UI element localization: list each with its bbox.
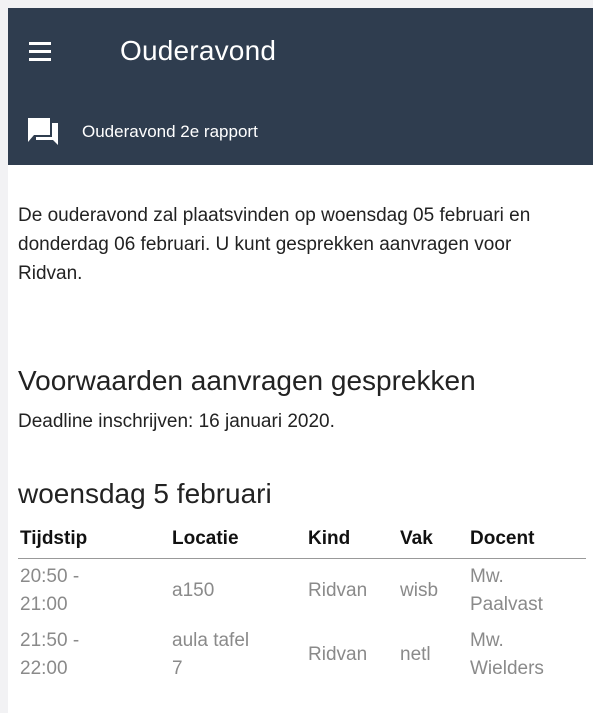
cell-kind: Ridvan — [308, 644, 368, 665]
conditions-heading: Voorwaarden aanvragen gesprekken — [18, 365, 476, 396]
time-end: 21:00 — [20, 594, 68, 615]
cell-locatie: aula tafel 7 — [170, 623, 306, 687]
time-start: 20:50 - — [20, 566, 80, 587]
cell-docent: Mw. Paalvast — [468, 559, 586, 624]
location-line-2: 7 — [172, 658, 183, 679]
time-end: 22:00 — [20, 658, 68, 679]
column-header-docent: Docent — [468, 520, 586, 559]
docent-line-2: Paalvast — [470, 594, 543, 615]
cell-docent: Mw. Wielders — [468, 623, 586, 687]
conversation-selector[interactable]: Ouderavond 2e rapport — [8, 108, 593, 156]
table-row[interactable]: 20:50 - 21:00 a150 Ridvan wisb Mw. Paalv… — [18, 559, 586, 624]
app-window: Ouderavond Ouderavond 2e rapport De oude… — [8, 8, 593, 713]
cell-kind: Ridvan — [308, 580, 368, 601]
location-line-1: aula tafel — [172, 630, 250, 651]
cell-tijdstip: 20:50 - 21:00 — [18, 559, 170, 624]
chat-icon — [28, 118, 58, 145]
menu-icon[interactable] — [22, 34, 58, 68]
day-heading: woensdag 5 februari — [18, 478, 272, 509]
deadline-text: Deadline inschrijven: 16 januari 2020. — [18, 411, 335, 432]
page-title: Ouderavond — [120, 35, 277, 66]
appointments-table: Tijdstip Locatie Kind Vak Docent 20:50 -… — [18, 520, 586, 687]
cell-vak: wisb — [400, 580, 439, 601]
column-header-vak: Vak — [398, 520, 468, 559]
column-header-locatie: Locatie — [170, 520, 306, 559]
location-line-1: a150 — [172, 580, 215, 601]
column-header-kind: Kind — [306, 520, 398, 559]
table-header-row: Tijdstip Locatie Kind Vak Docent — [18, 520, 586, 559]
cell-tijdstip: 21:50 - 22:00 — [18, 623, 170, 687]
cell-vak: netl — [400, 644, 431, 665]
docent-line-2: Wielders — [470, 658, 544, 679]
docent-line-1: Mw. — [470, 630, 504, 651]
table-row[interactable]: 21:50 - 22:00 aula tafel 7 Ridvan netl M… — [18, 623, 586, 687]
intro-text: De ouderavond zal plaatsvinden op woensd… — [18, 205, 531, 284]
conversation-title: Ouderavond 2e rapport — [82, 122, 258, 141]
column-header-tijdstip: Tijdstip — [18, 520, 170, 559]
cell-locatie: a150 — [170, 559, 306, 624]
app-bar: Ouderavond Ouderavond 2e rapport — [8, 8, 593, 165]
time-start: 21:50 - — [20, 630, 80, 651]
docent-line-1: Mw. — [470, 566, 504, 587]
